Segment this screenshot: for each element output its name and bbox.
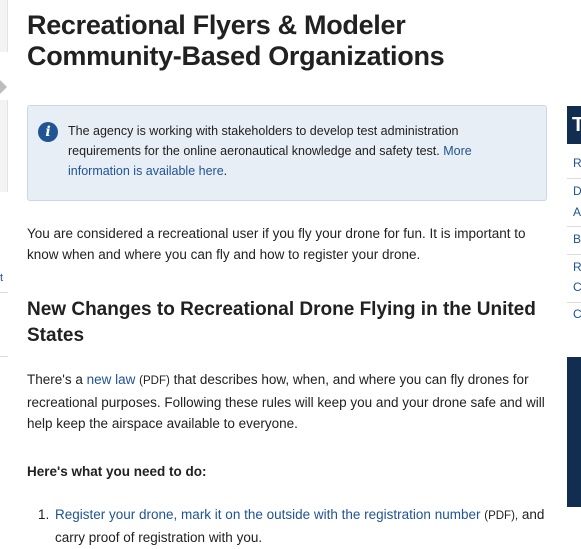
right-sidebar-link[interactable]: R: [573, 260, 581, 274]
pdf-tag: (PDF),: [484, 510, 519, 522]
steps-list: 1. Register your drone, mark it on the o…: [27, 504, 547, 548]
register-drone-link[interactable]: Register your drone, mark it on the outs…: [55, 507, 480, 522]
law-para-lead: There's a: [27, 372, 83, 387]
intro-paragraph: You are considered a recreational user i…: [27, 226, 526, 262]
left-sidebar-divider: [0, 356, 8, 357]
right-sidebar-divider: [567, 302, 581, 303]
pdf-tag: (PDF): [139, 375, 170, 387]
right-sidebar-link[interactable]: C: [573, 307, 581, 321]
right-sidebar-divider: [567, 254, 581, 255]
main-content: Recreational Flyers & Modeler Community-…: [27, 10, 547, 545]
right-sidebar-link[interactable]: C: [573, 280, 581, 294]
left-sidebar-link-fragment[interactable]: t: [0, 272, 3, 284]
right-sidebar-link[interactable]: B: [573, 232, 581, 246]
right-sidebar-divider: [567, 178, 581, 179]
alert-text-body: The agency is working with stakeholders …: [68, 124, 459, 158]
right-sidebar-header: T: [567, 106, 581, 144]
info-icon: i: [38, 122, 58, 142]
right-sidebar-divider: [567, 226, 581, 227]
new-law-link[interactable]: new law: [87, 372, 136, 387]
right-sidebar-panel: [567, 357, 581, 507]
list-item: 1. Register your drone, mark it on the o…: [27, 504, 547, 548]
step-number: 1.: [38, 507, 50, 522]
right-sidebar-link[interactable]: D: [573, 184, 581, 198]
left-sidebar-block: [0, 100, 8, 192]
right-sidebar-link[interactable]: R: [573, 156, 581, 170]
right-sidebar-link[interactable]: A: [573, 205, 581, 219]
info-alert: i The agency is working with stakeholder…: [27, 105, 547, 201]
left-sidebar-divider: [0, 292, 8, 293]
left-nav-arrow-icon[interactable]: [0, 80, 7, 94]
alert-text: The agency is working with stakeholders …: [68, 121, 533, 181]
left-sidebar-block: [0, 0, 8, 52]
left-sidebar: t: [0, 0, 8, 549]
section-heading: New Changes to Recreational Drone Flying…: [27, 299, 536, 346]
todo-heading: Here's what you need to do:: [27, 464, 207, 479]
alert-text-period: .: [223, 164, 228, 178]
law-paragraph: There's a new law (PDF) that describes h…: [27, 369, 547, 434]
page-title: Recreational Flyers & Modeler Community-…: [27, 10, 445, 71]
